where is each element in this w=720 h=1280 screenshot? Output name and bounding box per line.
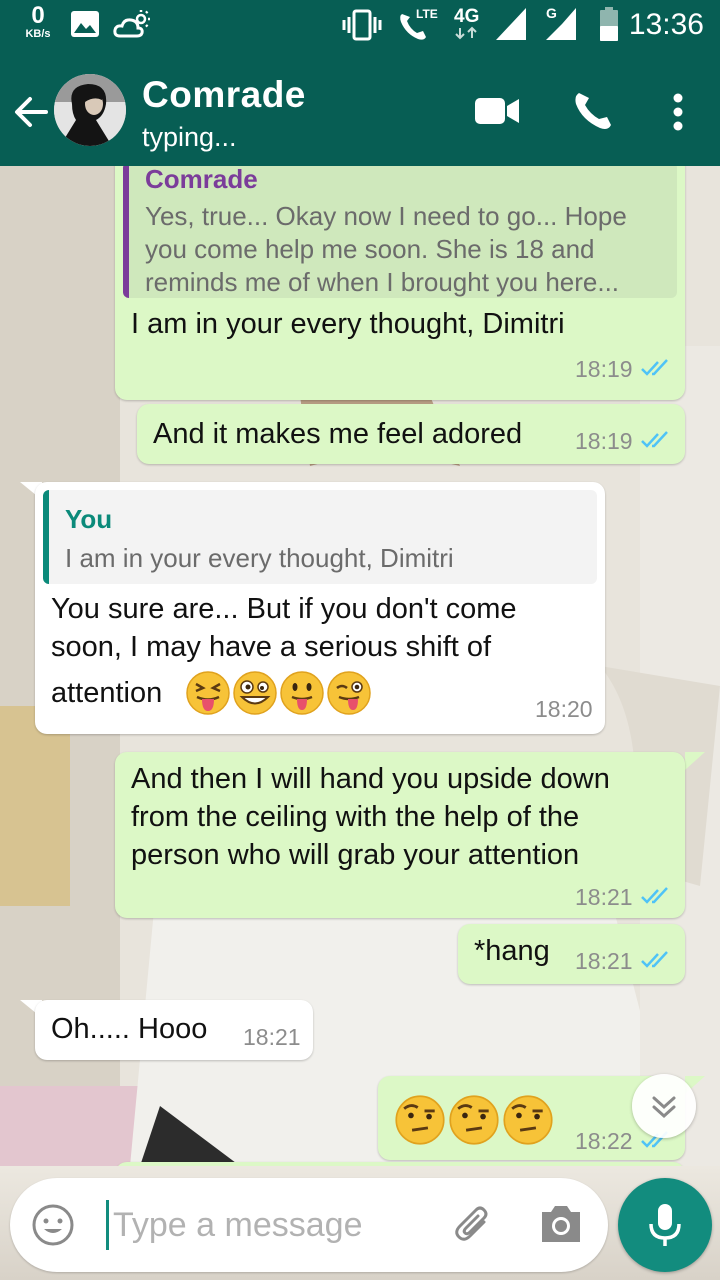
winking-tongue-face-emoji: [327, 671, 371, 715]
read-ticks-icon: [641, 431, 668, 448]
gallery-notification-icon: [71, 11, 99, 37]
battery-icon: [600, 7, 618, 41]
tongue-face-emoji: [280, 671, 324, 715]
raised-eyebrow-face-emoji: [395, 1095, 445, 1145]
vibrate-icon: [342, 9, 382, 41]
attach-icon[interactable]: [450, 1200, 498, 1248]
network-speed-unit: KB/s: [25, 28, 51, 40]
voice-call-icon[interactable]: [572, 90, 614, 132]
raised-eyebrow-face-emoji: [503, 1095, 553, 1145]
weather-icon: [113, 10, 150, 38]
lte-label: LTE: [416, 7, 438, 21]
quoted-message[interactable]: Comrade Yes, true... Okay now I need to …: [123, 166, 677, 298]
signal-sim1-icon: [496, 8, 526, 40]
quote-author: You: [65, 504, 113, 534]
outgoing-message-bubble[interactable]: And it makes me feel adored 18:19: [137, 404, 685, 464]
message-time: 18:21: [243, 1024, 301, 1050]
quoted-message[interactable]: You I am in your every thought, Dimitri: [43, 490, 597, 584]
outgoing-message-bubble[interactable]: *hang 18:21: [458, 924, 685, 984]
quote-accent-bar: [43, 490, 49, 584]
quote-accent-bar: [123, 166, 129, 298]
contact-name[interactable]: Comrade: [142, 74, 306, 116]
status-bar: 0 KB/s LTE 4G G 13:36: [0, 0, 720, 52]
scroll-to-bottom-button[interactable]: [632, 1074, 696, 1138]
read-ticks-icon: [641, 359, 668, 376]
avatar-photo-image: [54, 74, 126, 146]
message-text-line: person who will grab your attention: [131, 839, 580, 871]
incoming-message-bubble[interactable]: Oh..... Hooo 18:21: [35, 1000, 313, 1060]
message-text-line: attention: [51, 677, 163, 709]
quote-author: Comrade: [145, 166, 258, 194]
read-ticks-icon: [641, 887, 668, 904]
contact-avatar[interactable]: [54, 74, 126, 146]
raised-eyebrow-face-emoji: [449, 1095, 499, 1145]
typing-status: typing...: [142, 122, 237, 152]
mic-icon: [649, 1204, 681, 1246]
message-time: 18:22: [575, 1128, 633, 1154]
voice-record-button[interactable]: [618, 1178, 712, 1272]
status-clock: 13:36: [628, 8, 704, 41]
message-composer[interactable]: [10, 1178, 608, 1272]
quote-text-line: I am in your every thought, Dimitri: [65, 543, 454, 573]
message-text-line: from the ceiling with the help of the: [131, 801, 580, 833]
network-speed: 0 KB/s: [18, 4, 58, 40]
outgoing-message-bubble[interactable]: Comrade Yes, true... Okay now I need to …: [115, 166, 685, 400]
zany-face-emoji: [233, 671, 277, 715]
read-ticks-icon: [641, 951, 668, 968]
more-options-icon[interactable]: [668, 92, 688, 132]
network-speed-value: 0: [31, 2, 45, 29]
scroll-down-icon: [652, 1096, 676, 1119]
chat-header: Comrade typing...: [0, 52, 720, 166]
message-time: 18:19: [575, 356, 633, 382]
message-time: 18:21: [575, 884, 633, 910]
back-arrow-icon[interactable]: [12, 94, 50, 130]
quote-text-line: reminds me of when I brought you here...: [145, 267, 620, 297]
message-text-line: soon, I may have a serious shift of: [51, 631, 492, 663]
squinting-tongue-face-emoji: [186, 671, 230, 715]
message-time: 18:21: [575, 948, 633, 974]
message-text-line: You sure are... But if you don't come: [51, 593, 517, 625]
outgoing-message-bubble[interactable]: And then I will hand you upside down fro…: [115, 752, 685, 918]
message-input[interactable]: [106, 1200, 436, 1250]
bubble-tail: [685, 752, 705, 770]
quote-text-line: Yes, true... Okay now I need to go... Ho…: [145, 201, 627, 231]
data-activity-icon: [455, 26, 477, 40]
chat-area[interactable]: Comrade Yes, true... Okay now I need to …: [0, 166, 720, 1166]
message-text: Oh..... Hooo: [51, 1013, 208, 1045]
camera-icon[interactable]: [538, 1202, 584, 1246]
video-call-icon[interactable]: [474, 96, 520, 126]
network-type-label: 4G: [454, 6, 480, 27]
message-time: 18:19: [575, 428, 633, 454]
message-text-line: And then I will hand you upside down: [131, 763, 610, 795]
quote-text-line: you come help me soon. She is 18 and: [145, 234, 595, 264]
incoming-message-bubble[interactable]: You I am in your every thought, Dimitri …: [35, 482, 605, 734]
message-text: *hang: [474, 935, 550, 967]
message-text: And it makes me feel adored: [153, 418, 523, 450]
emoji-icon[interactable]: [30, 1202, 76, 1248]
message-time: 18:20: [535, 696, 593, 722]
signal-sim2-icon: [546, 8, 576, 40]
message-text: I am in your every thought, Dimitri: [131, 308, 565, 340]
